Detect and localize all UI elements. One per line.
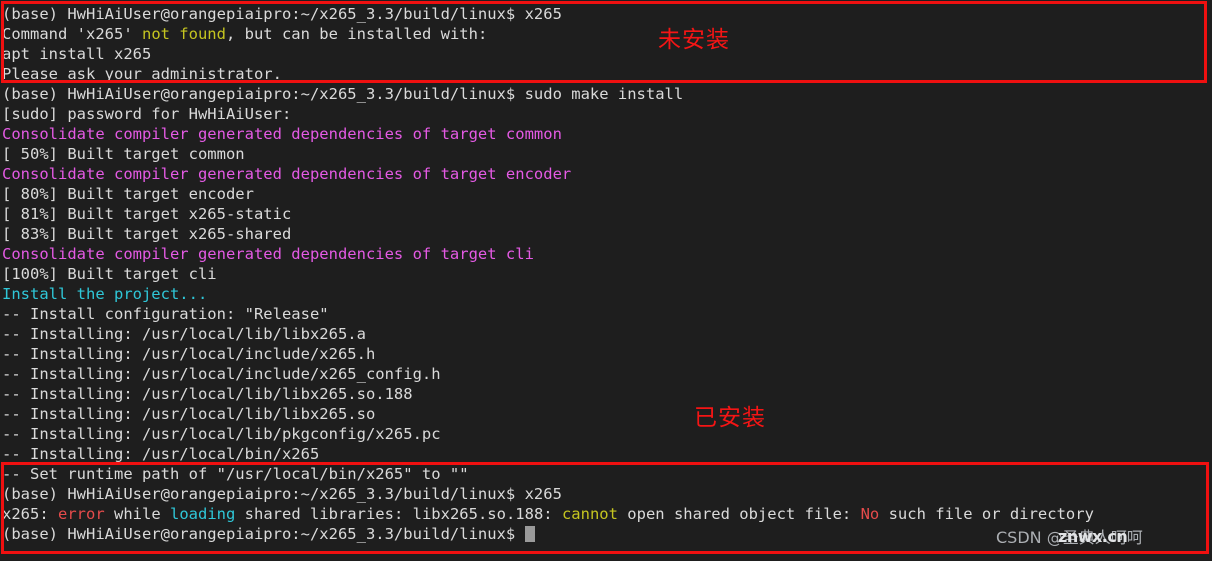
terminal-window[interactable]: (base) HwHiAiUser@orangepiaipro:~/x265_3… [0,0,1212,561]
terminal-text: No [860,505,880,523]
terminal-line: -- Installing: /usr/local/lib/pkgconfig/… [0,424,1212,444]
terminal-text: -- Installing: /usr/local/include/x265.h [2,345,376,363]
terminal-line: Consolidate compiler generated dependenc… [0,164,1212,184]
annotation-installed: 已安装 [694,405,766,431]
terminal-text: while [104,505,170,523]
terminal-text: -- Install configuration: "Release" [2,305,329,323]
terminal-line: apt install x265 [0,44,1212,64]
terminal-text: Install the project... [2,285,208,303]
terminal-cursor [524,526,535,542]
terminal-text: apt install x265 [2,45,152,63]
terminal-line: Install the project... [0,284,1212,304]
terminal-line: -- Installing: /usr/local/lib/libx265.so… [0,384,1212,404]
terminal-line: -- Install configuration: "Release" [0,304,1212,324]
terminal-line: [sudo] password for HwHiAiUser: [0,104,1212,124]
terminal-output: (base) HwHiAiUser@orangepiaipro:~/x265_3… [0,4,1212,544]
terminal-line: (base) HwHiAiUser@orangepiaipro:~/x265_3… [0,484,1212,504]
terminal-line: Consolidate compiler generated dependenc… [0,244,1212,264]
terminal-line: Consolidate compiler generated dependenc… [0,124,1212,144]
terminal-text: error [58,505,105,523]
terminal-text: [sudo] password for HwHiAiUser: [2,105,292,123]
terminal-line: -- Set runtime path of "/usr/local/bin/x… [0,464,1212,484]
terminal-text: -- Set runtime path of "/usr/local/bin/x… [2,465,469,483]
terminal-text: -- Installing: /usr/local/include/x265_c… [2,365,441,383]
terminal-text: [ 50%] Built target common [2,145,245,163]
terminal-text: -- Installing: /usr/local/lib/pkgconfig/… [2,425,441,443]
terminal-text: [ 80%] Built target encoder [2,185,254,203]
terminal-text: loading [170,505,236,523]
terminal-text: such file or directory [879,505,1094,523]
terminal-line: Please ask your administrator. [0,64,1212,84]
terminal-line: (base) HwHiAiUser@orangepiaipro:~/x265_3… [0,4,1212,24]
terminal-text: open shared object file: [617,505,861,523]
terminal-line: [ 83%] Built target x265-shared [0,224,1212,244]
csdn-watermark: CSDN @圣典人呵呵 znwx.cn [996,527,1143,548]
terminal-line: [ 50%] Built target common [0,144,1212,164]
watermark-overlay-text: znwx.cn [1058,527,1128,546]
terminal-text: Consolidate compiler generated dependenc… [2,245,534,263]
terminal-line: -- Installing: /usr/local/bin/x265 [0,444,1212,464]
terminal-line: -- Installing: /usr/local/include/x265_c… [0,364,1212,384]
terminal-text: -- Installing: /usr/local/lib/libx265.a [2,325,366,343]
terminal-text: Consolidate compiler generated dependenc… [2,125,562,143]
terminal-text: cannot [561,505,618,523]
annotation-not-installed: 未安装 [658,27,730,53]
terminal-text: [ 83%] Built target x265-shared [2,225,292,243]
terminal-text: (base) HwHiAiUser@orangepiaipro:~/x265_3… [2,5,562,23]
terminal-text: (base) HwHiAiUser@orangepiaipro:~/x265_3… [2,85,684,103]
terminal-text: Please ask your administrator. [2,65,282,83]
terminal-line: (base) HwHiAiUser@orangepiaipro:~/x265_3… [0,84,1212,104]
terminal-text: (base) HwHiAiUser@orangepiaipro:~/x265_3… [2,525,525,543]
terminal-line: -- Installing: /usr/local/lib/libx265.so [0,404,1212,424]
terminal-text: Consolidate compiler generated dependenc… [2,165,572,183]
terminal-text: [ 81%] Built target x265-static [2,205,292,223]
terminal-text: -- Installing: /usr/local/lib/libx265.so [2,405,376,423]
terminal-text: [100%] Built target cli [2,265,217,283]
terminal-text: Command 'x265' [2,25,142,43]
terminal-line: [ 81%] Built target x265-static [0,204,1212,224]
terminal-line: x265: error while loading shared librari… [0,504,1212,524]
terminal-line: -- Installing: /usr/local/lib/libx265.a [0,324,1212,344]
terminal-line: -- Installing: /usr/local/include/x265.h [0,344,1212,364]
terminal-text: shared libraries: libx265.so.188: [235,505,562,523]
terminal-text: x265: [2,505,58,523]
terminal-line: Command 'x265' not found, but can be ins… [0,24,1212,44]
terminal-text: not found [141,25,226,43]
terminal-line: [ 80%] Built target encoder [0,184,1212,204]
terminal-text: -- Installing: /usr/local/lib/libx265.so… [2,385,413,403]
terminal-line: [100%] Built target cli [0,264,1212,284]
terminal-text: (base) HwHiAiUser@orangepiaipro:~/x265_3… [2,485,562,503]
terminal-text: , but can be installed with: [225,25,488,43]
terminal-text: -- Installing: /usr/local/bin/x265 [2,445,320,463]
